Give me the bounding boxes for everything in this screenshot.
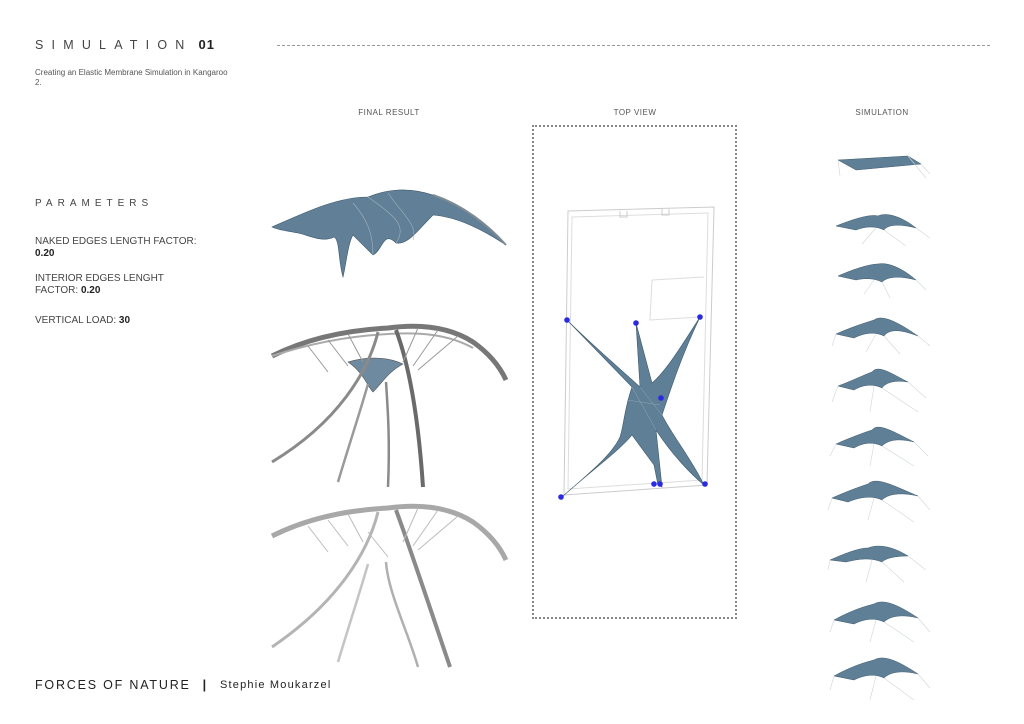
page-subtitle: Creating an Elastic Membrane Simulation … [35, 68, 228, 87]
page-number: 01 [198, 37, 215, 52]
final-result-render-shaded [271, 189, 507, 279]
col-label-top-view: TOP VIEW [613, 108, 657, 117]
header-divider [277, 45, 990, 46]
footer-separator: | [202, 678, 208, 692]
simulation-frame-10 [829, 657, 931, 701]
param-naked-edges-label: NAKED EDGES LENGTH FACTOR: [35, 236, 197, 247]
simulation-frame-7 [827, 480, 931, 523]
page-header: SIMULATION 01 [35, 37, 215, 52]
param-interior-edges-value: 0.20 [80, 285, 101, 296]
parameters-heading: PARAMETERS [35, 198, 154, 209]
simulation-frame-2 [835, 214, 931, 247]
page-title: SIMULATION [35, 38, 193, 52]
param-interior-edges: INTERIOR EDGES LENGHT FACTOR: 0.20 [35, 273, 205, 297]
param-vertical-load-value: 30 [118, 315, 131, 326]
simulation-frame-6 [829, 426, 929, 467]
final-result-render-wireframe [270, 503, 509, 668]
simulation-frame-4 [831, 317, 931, 355]
param-vertical-load: VERTICAL LOAD: 30 [35, 315, 205, 327]
top-view-plan [558, 206, 715, 500]
col-label-simulation: SIMULATION [855, 108, 909, 117]
simulation-frame-3 [837, 263, 927, 299]
membrane-top-view [561, 316, 705, 498]
param-naked-edges: NAKED EDGES LENGTH FACTOR: 0.20 [35, 236, 205, 260]
simulation-frame-9 [829, 601, 931, 643]
footer-project: FORCES OF NATURE [35, 678, 191, 692]
param-vertical-load-label: VERTICAL LOAD: [35, 315, 117, 326]
footer-author: Stephie Moukarzel [219, 679, 332, 691]
simulation-frame-8 [827, 545, 927, 583]
param-naked-edges-value: 0.20 [35, 248, 55, 259]
simulation-frame-1 [837, 155, 931, 179]
final-result-render-structure [270, 323, 509, 488]
page-footer: FORCES OF NATURE | Stephie Moukarzel [35, 678, 331, 692]
simulation-frame-5 [831, 368, 927, 413]
col-label-final-result: FINAL RESULT [358, 108, 420, 117]
